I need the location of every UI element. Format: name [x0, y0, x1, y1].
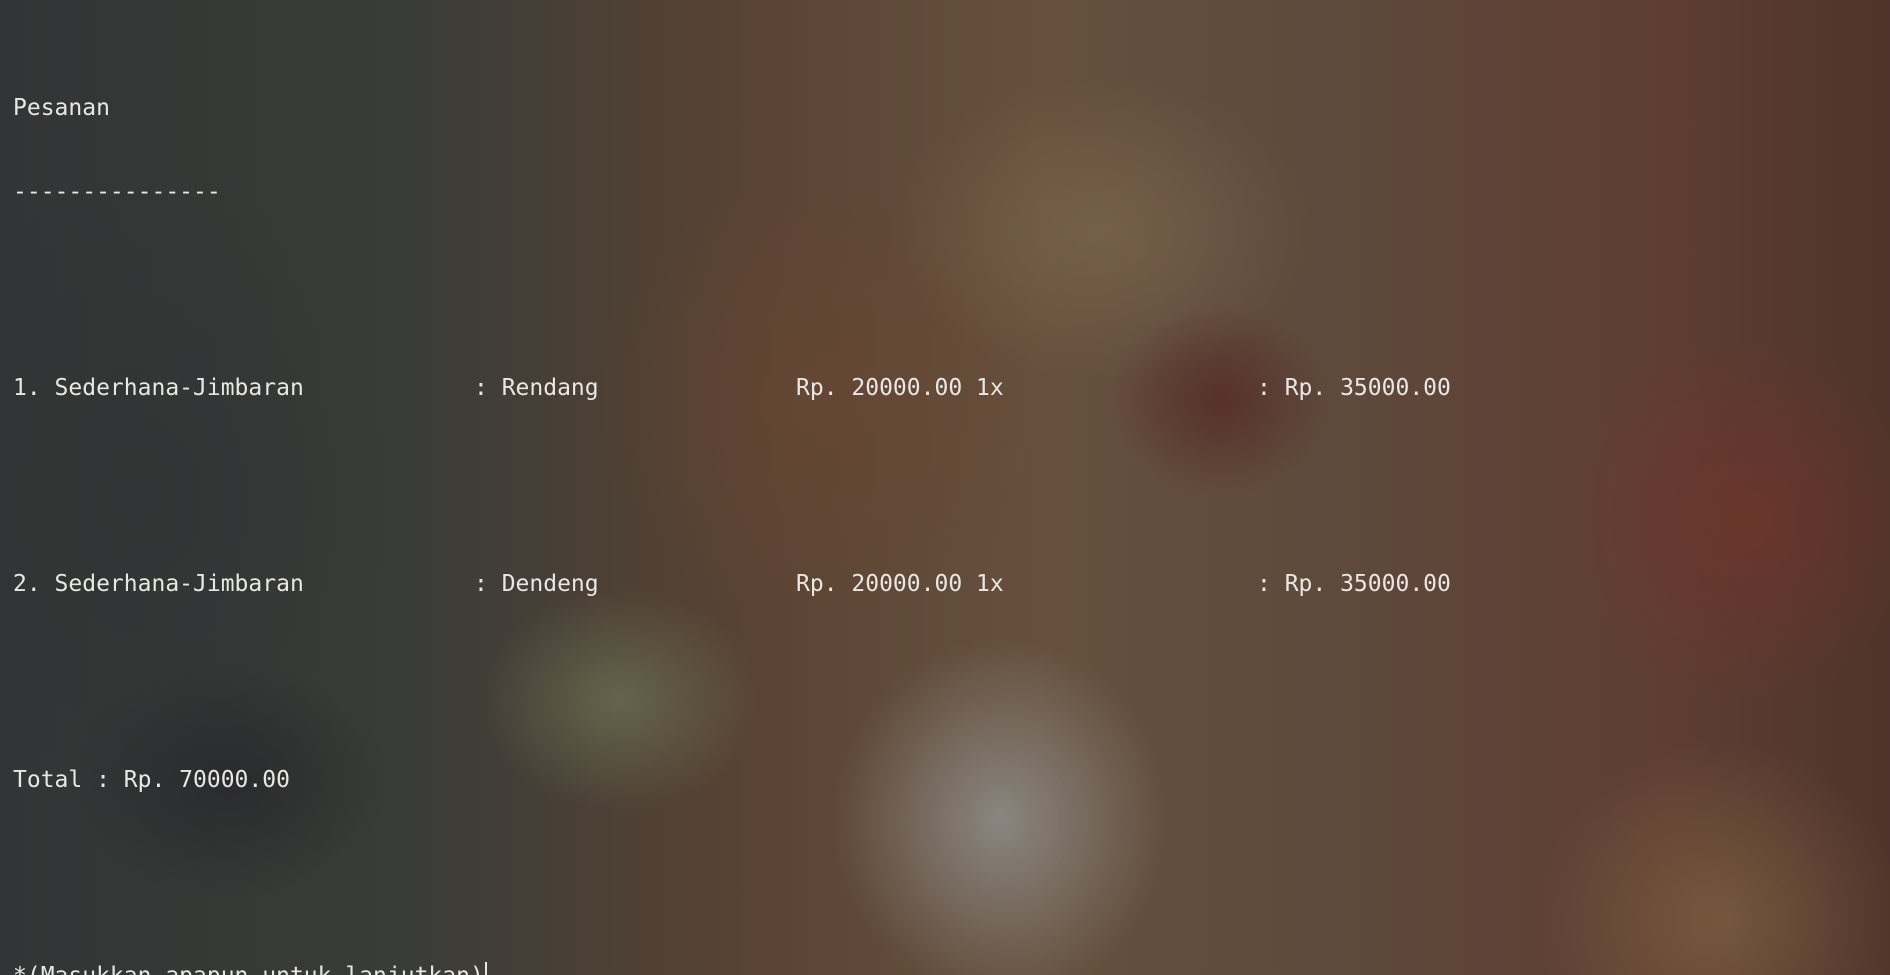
- continue-prompt[interactable]: *(Masukkan apapun untuk lanjutkan): [13, 961, 487, 975]
- terminal-output: Pesanan --------------- 1. Sederhana-Jim…: [13, 38, 1451, 975]
- order-price: Rp. 20000.00 1x: [796, 375, 1004, 401]
- heading-divider: ---------------: [13, 179, 221, 205]
- order-price: Rp. 20000.00 1x: [796, 571, 1004, 597]
- order-menu: : Rendang: [474, 375, 599, 401]
- page-title: Pesanan: [13, 95, 110, 121]
- order-row: 1. Sederhana-Jimbaran : Rendang Rp. 2000…: [13, 374, 1451, 402]
- order-row: 2. Sederhana-Jimbaran : Dendeng Rp. 2000…: [13, 570, 1451, 598]
- order-subtotal: : Rp. 35000.00: [1257, 375, 1451, 401]
- text-cursor[interactable]: [484, 961, 487, 975]
- order-total: Total : Rp. 70000.00: [13, 767, 290, 793]
- continue-prompt-text: *(Masukkan apapun untuk lanjutkan): [13, 963, 484, 975]
- order-menu: : Dendeng: [474, 571, 599, 597]
- order-store: 2. Sederhana-Jimbaran: [13, 571, 304, 597]
- order-subtotal: : Rp. 35000.00: [1257, 571, 1451, 597]
- order-store: 1. Sederhana-Jimbaran: [13, 375, 304, 401]
